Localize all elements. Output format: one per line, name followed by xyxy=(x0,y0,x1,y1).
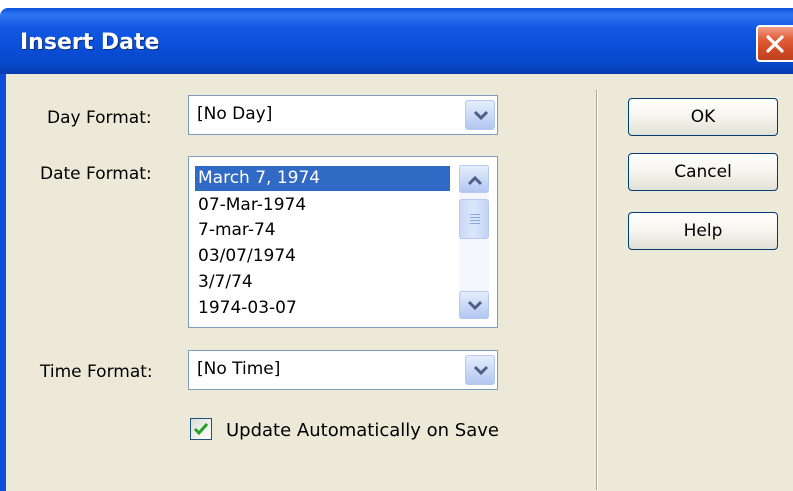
ok-button[interactable]: OK xyxy=(628,98,778,136)
time-format-dropdown-button[interactable] xyxy=(465,355,495,385)
list-item[interactable]: 07-Mar-1974 xyxy=(195,193,450,218)
day-format-value: [No Day] xyxy=(197,104,273,124)
update-automatically-checkbox[interactable] xyxy=(190,418,212,440)
grip-line xyxy=(470,217,480,218)
title-bar[interactable]: Insert Date xyxy=(0,8,793,74)
chevron-up-icon xyxy=(467,175,483,186)
vertical-separator xyxy=(596,90,598,490)
scroll-up-button[interactable] xyxy=(459,165,489,193)
update-automatically-label[interactable]: Update Automatically on Save xyxy=(226,420,499,441)
dialog-title: Insert Date xyxy=(20,30,160,55)
list-item[interactable]: March 7, 1974 xyxy=(195,166,450,191)
chevron-down-icon xyxy=(473,365,489,376)
list-item[interactable]: 1974-03-07 xyxy=(195,296,450,321)
time-format-value: [No Time] xyxy=(197,359,281,379)
grip-line xyxy=(470,214,480,215)
chevron-down-icon xyxy=(467,300,483,311)
date-format-label: Date Format: xyxy=(40,164,152,184)
window-border xyxy=(0,74,6,491)
help-button[interactable]: Help xyxy=(628,212,778,250)
day-format-dropdown-button[interactable] xyxy=(465,100,495,130)
date-format-list[interactable]: March 7, 1974 07-Mar-1974 7-mar-74 03/07… xyxy=(188,156,498,328)
vertical-scrollbar[interactable] xyxy=(459,165,489,319)
day-format-label: Day Format: xyxy=(47,108,152,128)
grip-line xyxy=(470,220,480,221)
cancel-button[interactable]: Cancel xyxy=(628,153,778,191)
scroll-thumb[interactable] xyxy=(459,199,489,239)
list-item[interactable]: 3/7/74 xyxy=(195,270,450,295)
chevron-down-icon xyxy=(473,110,489,121)
list-item[interactable]: 03/07/1974 xyxy=(195,244,450,269)
scroll-down-button[interactable] xyxy=(459,291,489,319)
checkmark-icon xyxy=(193,423,209,436)
close-button[interactable] xyxy=(756,25,793,62)
close-icon xyxy=(766,35,784,53)
insert-date-dialog: Insert Date Day Format: [No Day] Date Fo… xyxy=(0,0,793,491)
list-item[interactable]: 7-mar-74 xyxy=(195,218,450,243)
time-format-select[interactable]: [No Time] xyxy=(188,350,498,390)
day-format-select[interactable]: [No Day] xyxy=(188,95,498,135)
time-format-label: Time Format: xyxy=(40,362,153,382)
grip-line xyxy=(470,223,480,224)
